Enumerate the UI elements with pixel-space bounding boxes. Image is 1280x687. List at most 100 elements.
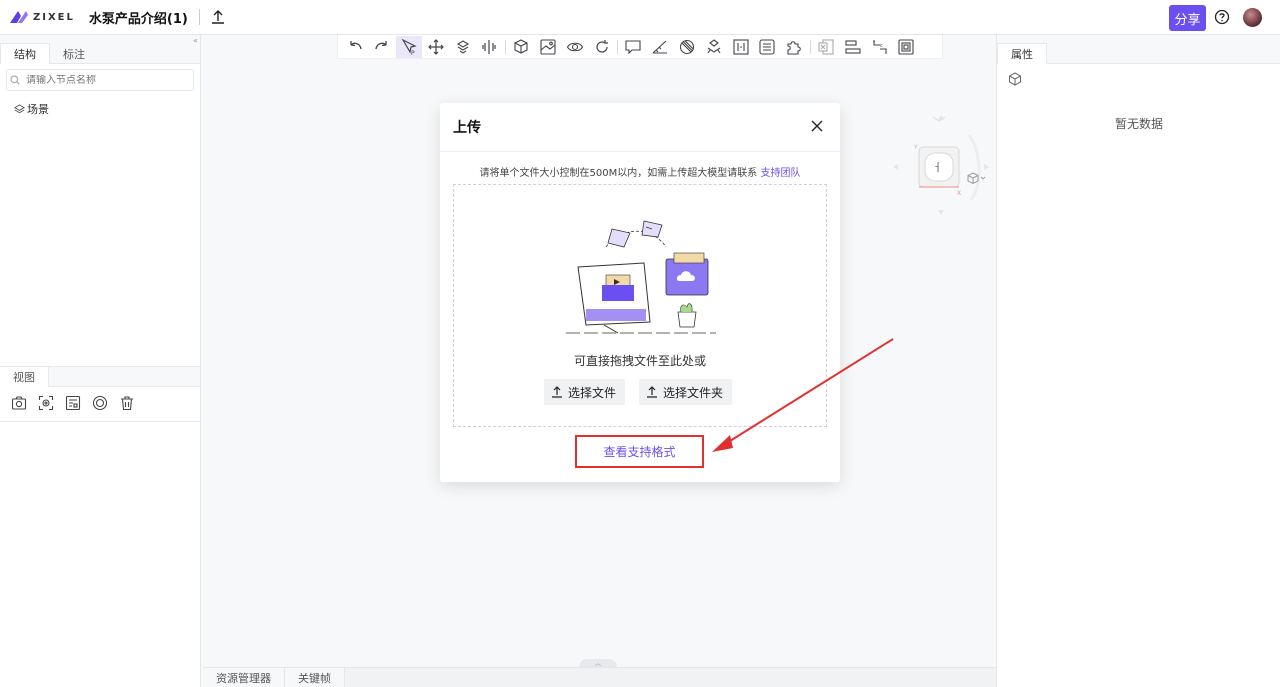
move-icon <box>427 38 444 55</box>
measure-tool-button[interactable] <box>647 36 674 58</box>
align-icon <box>845 39 861 54</box>
size-hint-text: 请将单个文件大小控制在500M以内，如需上传超大模型请联系 <box>479 168 758 179</box>
left-panel: 结构 标注 « 场景 视图 <box>0 35 201 687</box>
upload-icon <box>552 386 562 398</box>
layers-icon <box>14 103 25 113</box>
view-section: 视图 <box>0 366 200 422</box>
section-tool-button[interactable] <box>476 36 503 58</box>
tab-structure[interactable]: 结构 <box>0 43 50 64</box>
collapse-bottom-panel-icon[interactable]: ︿ <box>579 659 617 667</box>
view-tabs: 视图 <box>0 366 200 387</box>
copy-tool-button[interactable] <box>893 36 920 58</box>
close-icon[interactable] <box>810 119 824 133</box>
excel-icon <box>818 38 834 55</box>
select-folder-label: 选择文件夹 <box>663 385 724 400</box>
dialog-header: 上传 <box>440 103 840 152</box>
empty-state-text: 暂无数据 <box>1114 117 1163 131</box>
rotate-icon <box>595 39 608 53</box>
move-tool-button[interactable] <box>422 36 449 58</box>
collapse-left-panel-icon[interactable]: « <box>193 36 198 45</box>
tab-views[interactable]: 视图 <box>0 367 49 387</box>
user-avatar[interactable] <box>1243 8 1262 27</box>
logo-icon <box>10 11 28 23</box>
camera-icon[interactable] <box>11 395 27 411</box>
top-header: ZIXEL 水泵产品介绍(1) 分享 <box>0 0 1280 35</box>
target-icon[interactable] <box>92 395 108 411</box>
copy-icon <box>898 38 914 55</box>
cube-tool-button[interactable] <box>508 36 535 58</box>
view-eye-icon <box>566 42 583 51</box>
share-button[interactable]: 分享 <box>1169 5 1206 31</box>
upload-illustration <box>566 220 716 334</box>
navigation-cube[interactable]: Y ㅓ X <box>891 85 991 215</box>
select-file-button[interactable]: 选择文件 <box>544 379 626 405</box>
align-tool-button[interactable] <box>839 36 866 58</box>
undo-icon <box>350 40 363 49</box>
measure-icon <box>652 40 668 54</box>
view-cube-dropdown-icon[interactable] <box>966 171 986 185</box>
view-tool-button[interactable] <box>561 36 588 58</box>
select-folder-button[interactable]: 选择文件夹 <box>639 379 733 405</box>
help-icon[interactable] <box>1214 9 1230 25</box>
document-title[interactable]: 水泵产品介绍(1) <box>89 8 188 27</box>
rotate-tool-button[interactable] <box>588 36 615 58</box>
svg-text:ㅓ: ㅓ <box>932 161 942 174</box>
material-icon <box>540 38 556 55</box>
view-toolbar <box>0 387 200 422</box>
puzzle-icon <box>787 40 801 55</box>
redo-icon <box>375 40 387 49</box>
tab-annotation[interactable]: 标注 <box>50 43 98 64</box>
file-drop-zone[interactable]: 可直接拖拽文件至此处或 选择文件 选择文件夹 <box>453 184 827 427</box>
tree-item-scene[interactable]: 场景 <box>14 101 200 117</box>
dialog-title: 上传 <box>453 120 481 136</box>
transparency-tool-button[interactable] <box>674 36 701 58</box>
comment-tool-button[interactable] <box>620 36 647 58</box>
supported-formats-link[interactable]: 查看支持格式 <box>575 435 704 468</box>
explode-icon <box>456 39 469 54</box>
list-tool-button[interactable] <box>754 36 781 58</box>
cube-icon <box>1009 72 1021 86</box>
node-icon: c <box>872 39 887 54</box>
explode-tool-button[interactable] <box>449 36 476 58</box>
toolbar-divider <box>504 39 506 54</box>
layout-icon[interactable] <box>65 395 81 411</box>
svg-text:c: c <box>880 43 883 49</box>
dimension-tool-button[interactable] <box>727 36 754 58</box>
focus-icon[interactable] <box>38 395 54 411</box>
upload-icon <box>647 386 657 398</box>
support-team-link[interactable]: 支持团队 <box>760 168 800 179</box>
svg-text:P: P <box>411 50 415 56</box>
tree-item-label: 场景 <box>27 103 49 116</box>
tab-asset-manager[interactable]: 资源管理器 <box>203 668 285 687</box>
upload-button[interactable] <box>208 7 228 27</box>
toolbar-divider <box>616 39 618 54</box>
hierarchy-icon <box>707 38 721 53</box>
select-pointer-icon: P <box>401 38 417 56</box>
upload-icon <box>211 10 224 24</box>
node-search <box>6 69 194 91</box>
drop-instruction: 可直接拖拽文件至此处或 <box>573 354 706 368</box>
toolbar-divider <box>809 39 811 54</box>
bottom-tabs: 资源管理器 关键帧 <box>203 667 996 687</box>
undo-button[interactable] <box>342 36 369 58</box>
size-hint: 请将单个文件大小控制在500M以内，如需上传超大模型请联系 支持团队 <box>440 164 840 179</box>
node-tool-button[interactable]: c <box>866 36 893 58</box>
axis-x-label: X <box>957 190 961 197</box>
excel-tool-button[interactable] <box>813 36 840 58</box>
right-tabs: 属性 <box>997 35 1280 64</box>
tab-properties[interactable]: 属性 <box>997 43 1047 64</box>
search-input[interactable] <box>26 74 186 86</box>
hierarchy-tool-button[interactable] <box>700 36 727 58</box>
trash-icon[interactable] <box>119 395 135 411</box>
material-tool-button[interactable] <box>535 36 562 58</box>
select-tool-button[interactable]: P <box>395 35 423 58</box>
left-tabs: 结构 标注 <box>0 35 200 64</box>
app-logo[interactable]: ZIXEL <box>8 0 75 35</box>
right-panel: 属性 暂无数据 <box>996 35 1280 687</box>
list-icon <box>759 38 775 55</box>
puzzle-tool-button[interactable] <box>781 36 808 58</box>
dimension-icon <box>732 38 749 55</box>
redo-button[interactable] <box>369 36 396 58</box>
cube-icon <box>514 38 528 54</box>
tab-keyframes[interactable]: 关键帧 <box>285 668 345 687</box>
